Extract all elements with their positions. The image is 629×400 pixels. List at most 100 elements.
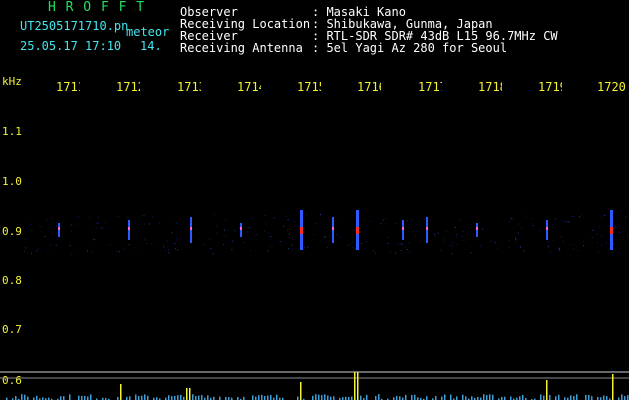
signal-bar: [177, 395, 179, 400]
signal-bar: [252, 395, 254, 400]
noise-dot: [548, 245, 550, 247]
noise-dot: [25, 238, 26, 240]
signal-bar: [120, 384, 122, 400]
noise-dot: [398, 242, 400, 244]
noise-dot: [224, 229, 225, 231]
minute-field: 14.: [140, 39, 162, 53]
noise-dot: [596, 233, 598, 235]
signal-bar: [333, 396, 335, 400]
noise-dot: [515, 239, 517, 241]
noise-dot: [601, 216, 602, 218]
noise-dot: [401, 244, 403, 246]
noise-dot: [560, 236, 562, 238]
noise-dot: [50, 217, 52, 219]
noise-dot: [347, 245, 349, 247]
noise-dot: [597, 252, 599, 254]
noise-dot: [489, 241, 491, 242]
noise-dot: [451, 253, 453, 255]
noise-dot: [90, 250, 92, 252]
noise-dot: [95, 227, 97, 229]
noise-dot: [203, 244, 205, 246]
noise-dot: [291, 236, 293, 238]
noise-dot: [409, 250, 411, 252]
noise-dot: [31, 253, 32, 255]
signal-bar: [558, 394, 560, 400]
noise-dot: [270, 245, 272, 247]
signal-bar: [192, 394, 194, 400]
meteor-echo-core: [332, 227, 334, 230]
noise-dot: [415, 236, 417, 238]
noise-dot: [149, 223, 151, 225]
signal-bar: [87, 396, 89, 400]
noise-dot: [287, 219, 289, 221]
noise-dot: [178, 238, 179, 240]
signal-bar: [141, 395, 143, 400]
noise-dot: [265, 223, 266, 225]
noise-dot: [382, 219, 384, 221]
signal-bar: [621, 394, 623, 400]
noise-dot: [468, 234, 470, 236]
noise-dot: [626, 235, 628, 237]
signal-bar: [324, 394, 326, 400]
noise-dot: [127, 217, 129, 219]
noise-dot: [454, 227, 456, 228]
signal-bar: [69, 394, 71, 400]
noise-dot: [71, 253, 73, 255]
noise-dot: [559, 249, 561, 251]
noise-dot: [144, 239, 146, 241]
noise-dot: [168, 249, 169, 251]
noise-dot: [404, 246, 406, 248]
noise-dot: [289, 233, 290, 235]
noise-dot: [175, 237, 177, 239]
signal-bar: [300, 382, 302, 400]
noise-dot: [349, 244, 351, 245]
noise-dot: [449, 244, 451, 246]
noise-dot: [592, 229, 594, 231]
noise-dot: [122, 247, 124, 249]
noise-dot: [405, 236, 407, 238]
noise-dot: [305, 214, 307, 215]
meteor-echo-core: [610, 227, 613, 234]
signal-bar: [471, 396, 473, 400]
signal-bar: [546, 380, 548, 400]
noise-dot: [335, 220, 337, 222]
freq-tick: 0.9: [2, 225, 22, 238]
noise-dot: [270, 236, 272, 237]
noise-dot: [508, 246, 510, 248]
noise-dot: [142, 214, 144, 216]
file-name: UT2505171710.pn: [20, 19, 129, 33]
signal-bar: [207, 395, 209, 400]
noise-dot: [39, 226, 41, 227]
meteor-echo-core: [426, 227, 428, 230]
noise-dot: [573, 244, 575, 246]
noise-dot: [267, 250, 269, 252]
noise-dot: [143, 223, 145, 225]
signal-bar: [201, 395, 203, 400]
noise-dot: [583, 245, 585, 247]
signal-bar: [462, 394, 464, 400]
signal-bar: [405, 394, 407, 400]
signal-bar: [84, 395, 86, 400]
noise-dot: [390, 251, 392, 253]
signal-bar: [627, 395, 629, 400]
noise-dot: [619, 231, 621, 233]
signal-bar: [264, 395, 266, 400]
signal-bar: [426, 396, 428, 400]
noise-dot: [288, 248, 290, 250]
noise-dot: [44, 236, 46, 238]
noise-dot: [496, 247, 498, 249]
noise-dot: [412, 231, 414, 233]
noise-dot: [601, 244, 603, 246]
noise-dot: [151, 216, 153, 218]
signal-bar: [147, 395, 149, 400]
noise-dot: [25, 247, 26, 249]
noise-dot: [144, 238, 146, 240]
noise-dot: [109, 244, 111, 246]
noise-dot: [163, 246, 165, 248]
noise-dot: [387, 236, 389, 238]
noise-dot: [581, 214, 583, 216]
noise-dot: [234, 229, 236, 231]
noise-dot: [158, 222, 160, 224]
noise-dot: [419, 223, 421, 225]
noise-dot: [292, 248, 293, 250]
